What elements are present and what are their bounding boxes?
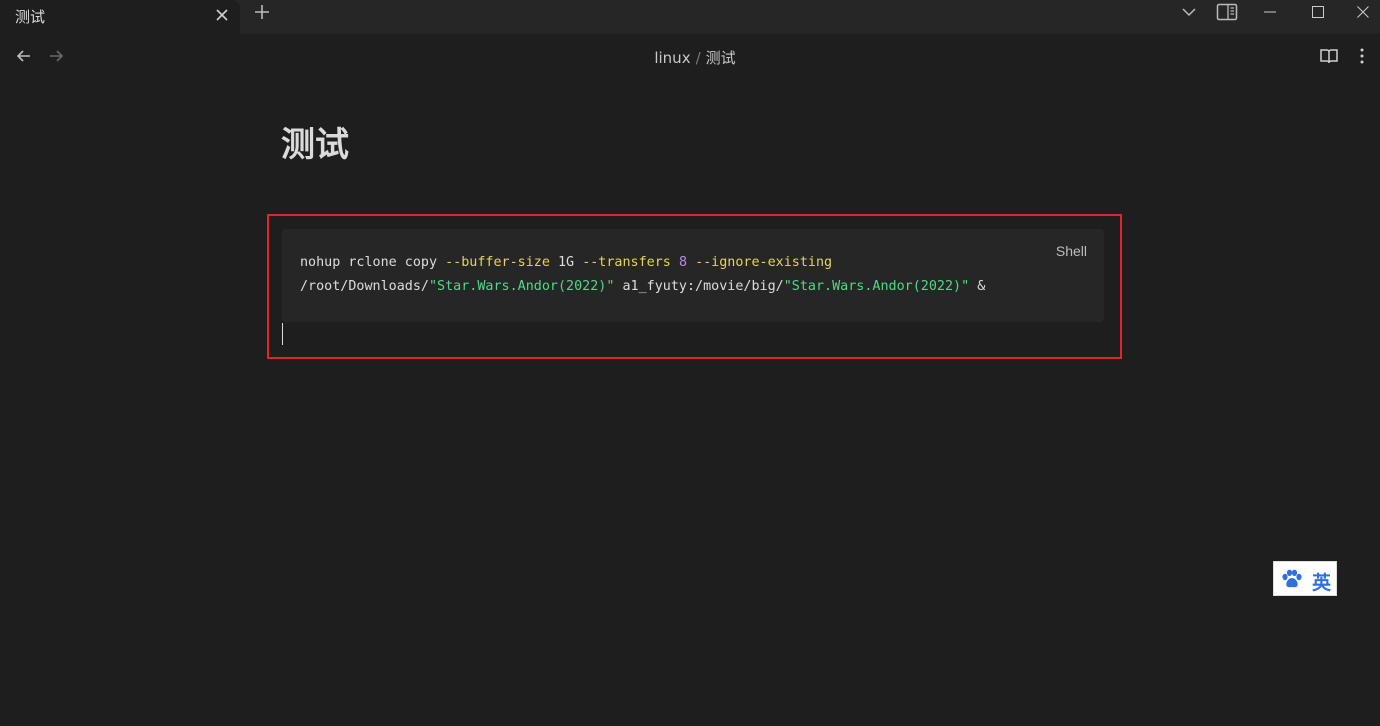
breadcrumb-current[interactable]: 测试 [706, 49, 736, 67]
breadcrumb: linux / 测试 [0, 47, 1380, 68]
code-token: 1G [549, 255, 583, 270]
code-token: & [969, 279, 986, 294]
ime-indicator[interactable]: 英 [1273, 561, 1337, 596]
nav-bar: linux / 测试 [0, 34, 1380, 80]
code-string: "Star.Wars.Andor(2022)" [429, 279, 615, 294]
minimize-icon[interactable] [1250, 0, 1290, 24]
maximize-icon[interactable] [1298, 0, 1338, 24]
breadcrumb-folder[interactable]: linux [654, 49, 690, 67]
more-vertical-icon[interactable] [1350, 44, 1374, 68]
sidebar-toggle-icon[interactable] [1207, 0, 1247, 24]
tab-title: 测试 [15, 8, 46, 26]
code-block[interactable]: Shell nohup rclone copy --buffer-size 1G… [282, 229, 1104, 322]
code-string: "Star.Wars.Andor(2022)" [783, 279, 970, 294]
title-bar: 测试 [0, 0, 1380, 34]
code-token: nohup rclone copy [300, 255, 446, 270]
code-language-label: Shell [1055, 243, 1087, 259]
breadcrumb-separator: / [695, 49, 701, 67]
ime-language: 英 [1312, 572, 1332, 594]
code-token: a1_fyuty:/movie/big/ [614, 279, 784, 294]
tab-active[interactable]: 测试 [0, 0, 240, 34]
code-flag: --transfers [582, 255, 671, 270]
window-close-icon[interactable] [1343, 0, 1380, 24]
code-token: /root/Downloads/ [300, 279, 429, 294]
paw-icon [1281, 569, 1303, 589]
book-open-icon[interactable] [1317, 44, 1341, 68]
text-cursor [282, 323, 283, 345]
close-icon[interactable] [211, 4, 233, 26]
code-flag: --buffer-size [445, 255, 550, 270]
code-line-2: /root/Downloads/"Star.Wars.Andor(2022)" … [300, 279, 985, 294]
code-number: 8 [678, 255, 687, 270]
page-title[interactable]: 测试 [281, 117, 349, 166]
chevron-down-icon[interactable] [1169, 0, 1209, 24]
plus-icon[interactable] [251, 1, 273, 23]
code-line-1: nohup rclone copy --buffer-size 1G --tra… [300, 255, 832, 270]
code-flag: --ignore-existing [695, 255, 833, 270]
